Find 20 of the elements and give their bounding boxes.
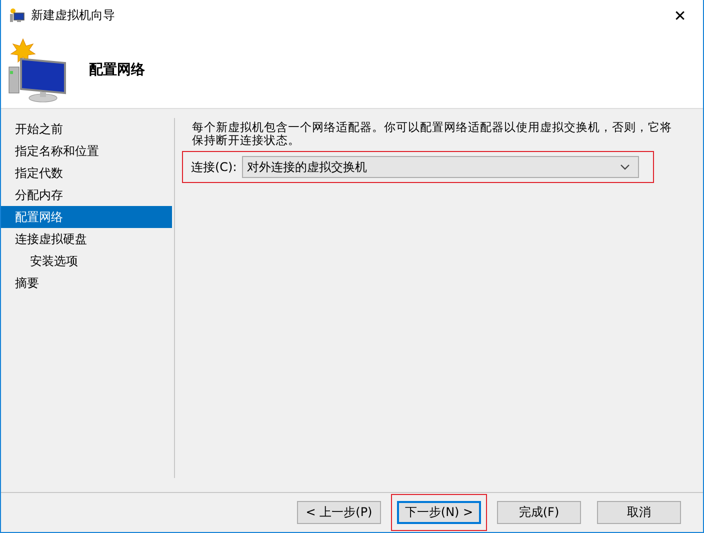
page-title: 配置网络 — [89, 60, 145, 78]
close-button[interactable]: ✕ — [657, 0, 703, 31]
sidebar-item[interactable]: 配置网络 — [1, 206, 172, 228]
wizard-button[interactable]: < 上一步(P) — [297, 501, 381, 524]
sidebar-item[interactable]: 指定代数 — [1, 162, 172, 184]
connection-dropdown[interactable]: 对外连接的虚拟交换机 — [242, 156, 639, 178]
wizard-button[interactable]: 完成(F) — [497, 501, 581, 524]
sidebar-item[interactable]: 指定名称和位置 — [1, 140, 172, 162]
sidebar-item[interactable]: 开始之前 — [1, 118, 172, 140]
connection-label: 连接(C): — [191, 158, 237, 176]
window-title: 新建虚拟机向导 — [31, 7, 115, 24]
computer-icon — [9, 8, 25, 24]
wizard-button[interactable]: 下一步(N) > — [397, 501, 481, 524]
sidebar-item[interactable]: 分配内存 — [1, 184, 172, 206]
description-text: 每个新虚拟机包含一个网络适配器。你可以配置网络适配器以使用虚拟交换机，否则，它将保持断开连接状态。 — [192, 121, 673, 147]
chevron-down-icon — [620, 164, 630, 170]
sidebar-item[interactable]: 摘要 — [1, 272, 172, 294]
wizard-button[interactable]: 取消 — [597, 501, 681, 524]
sidebar-item[interactable]: 安装选项 — [1, 250, 172, 272]
sidebar-item[interactable]: 连接虚拟硬盘 — [1, 228, 172, 250]
